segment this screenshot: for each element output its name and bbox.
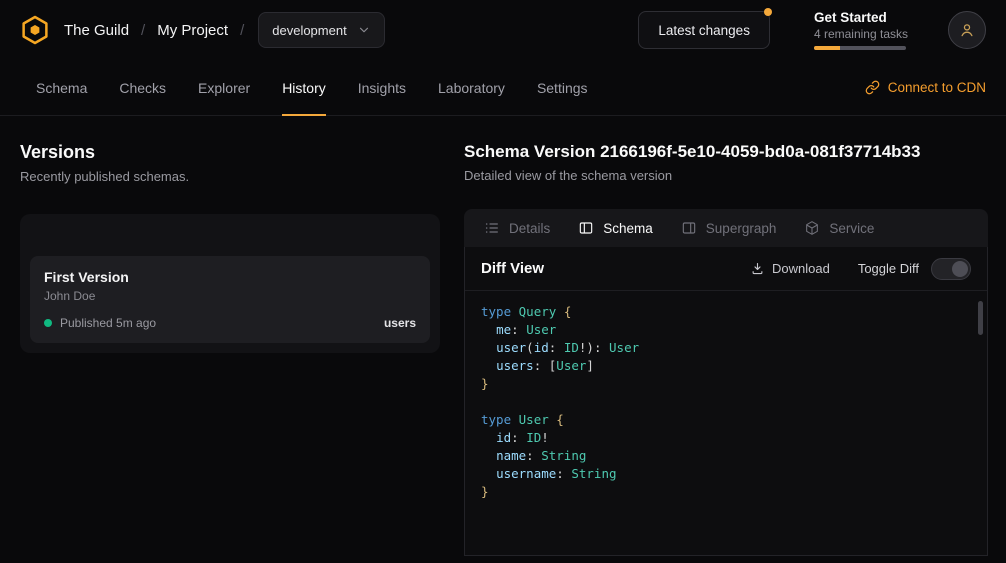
hive-logo-icon: [20, 15, 50, 45]
connect-to-cdn-label: Connect to CDN: [888, 80, 986, 95]
version-detail-tabs: Details Schema Supergraph: [464, 209, 988, 247]
tab-schema[interactable]: Schema: [20, 60, 103, 115]
version-detail-title: Schema Version 2166196f-5e10-4059-bd0a-0…: [464, 142, 988, 162]
schema-icon: [578, 220, 594, 236]
tab-checks[interactable]: Checks: [103, 60, 182, 115]
tab-label: Laboratory: [438, 80, 505, 96]
diff-panel: Diff View Download Toggle Diff type Quer…: [464, 247, 988, 556]
versions-subtitle: Recently published schemas.: [20, 169, 440, 184]
download-button[interactable]: Download: [750, 261, 830, 276]
toggle-diff-label: Toggle Diff: [858, 261, 919, 276]
detail-tab-label: Schema: [603, 221, 653, 236]
top-bar: The Guild / My Project / development Lat…: [0, 0, 1006, 60]
toggle-diff-switch[interactable]: [931, 258, 971, 280]
version-list-item[interactable]: First Version John Doe Published 5m ago …: [30, 256, 430, 343]
hive-logo[interactable]: [20, 15, 50, 45]
versions-list: First Version John Doe Published 5m ago …: [20, 214, 440, 353]
user-icon: [958, 21, 976, 39]
service-badge: users: [384, 316, 416, 330]
tab-supergraph[interactable]: Supergraph: [667, 209, 791, 247]
main-content: Versions Recently published schemas. Fir…: [0, 116, 1006, 556]
tab-explorer[interactable]: Explorer: [182, 60, 266, 115]
detail-tab-label: Details: [509, 221, 550, 236]
breadcrumb-org[interactable]: The Guild: [64, 22, 129, 39]
avatar[interactable]: [948, 11, 986, 49]
get-started-subtitle: 4 remaining tasks: [814, 27, 908, 41]
get-started-title: Get Started: [814, 10, 908, 25]
tab-details[interactable]: Details: [470, 209, 564, 247]
version-meta: Published 5m ago users: [44, 316, 416, 330]
breadcrumb-project[interactable]: My Project: [157, 22, 228, 39]
chevron-down-icon: [357, 23, 371, 37]
main-nav: Schema Checks Explorer History Insights …: [0, 60, 1006, 116]
tab-label: Insights: [358, 80, 406, 96]
versions-title: Versions: [20, 142, 440, 163]
download-icon: [750, 261, 765, 276]
tab-insights[interactable]: Insights: [342, 60, 422, 115]
get-started-widget[interactable]: Get Started 4 remaining tasks: [814, 10, 908, 50]
supergraph-icon: [681, 220, 697, 236]
latest-changes-button[interactable]: Latest changes: [638, 11, 770, 49]
target-selector-value: development: [272, 23, 346, 38]
detail-tab-label: Supergraph: [706, 221, 777, 236]
service-box-icon: [804, 220, 820, 236]
latest-changes-label: Latest changes: [658, 23, 750, 38]
connect-to-cdn-link[interactable]: Connect to CDN: [865, 80, 986, 95]
toggle-knob: [952, 261, 968, 277]
tab-label: Explorer: [198, 80, 250, 96]
tab-label: Schema: [36, 80, 87, 96]
version-detail-panel: Schema Version 2166196f-5e10-4059-bd0a-0…: [464, 132, 988, 556]
tab-label: History: [282, 80, 326, 96]
link-icon: [865, 80, 880, 95]
get-started-progress-bar: [814, 46, 906, 50]
diff-view-title: Diff View: [481, 260, 544, 277]
version-status: Published 5m ago: [60, 316, 156, 330]
version-name: First Version: [44, 269, 416, 285]
tab-history[interactable]: History: [266, 60, 342, 115]
breadcrumb-separator: /: [141, 22, 145, 39]
scrollbar-thumb[interactable]: [978, 301, 983, 335]
tab-laboratory[interactable]: Laboratory: [422, 60, 521, 115]
sdl-code-viewer[interactable]: type Query { me: User user(id: ID!): Use…: [465, 291, 987, 555]
tab-label: Settings: [537, 80, 588, 96]
tab-settings[interactable]: Settings: [521, 60, 604, 115]
download-label: Download: [772, 261, 830, 276]
detail-tab-label: Service: [829, 221, 874, 236]
versions-panel: Versions Recently published schemas. Fir…: [20, 132, 440, 556]
get-started-progress-fill: [814, 46, 840, 50]
list-icon: [484, 220, 500, 236]
tab-schema-detail[interactable]: Schema: [564, 209, 667, 247]
diff-header: Diff View Download Toggle Diff: [465, 247, 987, 291]
published-status-dot: [44, 319, 52, 327]
target-selector[interactable]: development: [258, 12, 384, 48]
version-author: John Doe: [44, 289, 416, 303]
notification-dot: [764, 8, 772, 16]
breadcrumb-separator: /: [240, 22, 244, 39]
tab-service[interactable]: Service: [790, 209, 888, 247]
tab-label: Checks: [119, 80, 166, 96]
code-block: type Query { me: User user(id: ID!): Use…: [481, 303, 971, 501]
version-detail-subtitle: Detailed view of the schema version: [464, 168, 988, 183]
